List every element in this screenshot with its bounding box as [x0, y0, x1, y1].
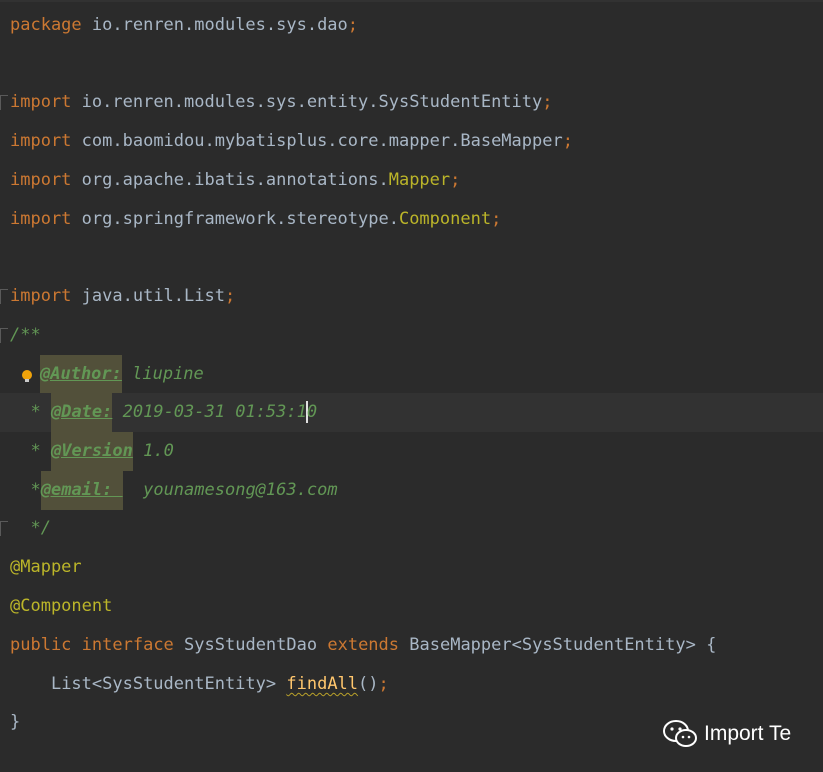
code-line-import-mapper[interactable]: import org.apache.ibatis.annotations.Map…: [0, 161, 823, 200]
doc-comment-star: *: [30, 402, 51, 422]
method-name: findAll: [286, 674, 359, 694]
semicolon: ;: [562, 131, 573, 151]
semicolon: ;: [347, 15, 359, 35]
keyword-import: import: [10, 92, 72, 112]
doc-comment-star: *: [30, 441, 51, 461]
open-brace: {: [706, 635, 717, 655]
code-editor[interactable]: package io.renren.modules.sys.dao; impor…: [0, 0, 823, 772]
code-line-annotation-mapper[interactable]: @Mapper: [0, 548, 823, 587]
fold-marker-icon[interactable]: [0, 95, 8, 110]
fold-marker-icon[interactable]: [0, 521, 8, 536]
watermark-text: Import Te: [704, 722, 792, 745]
keyword-import: import: [10, 131, 72, 151]
method-return-type: List<SysStudentEntity>: [50, 674, 277, 694]
doc-email-value: younamesong@163.com: [122, 480, 338, 500]
doc-tag-highlight: @Version: [50, 432, 133, 471]
code-line-annotation-component[interactable]: @Component: [0, 587, 823, 626]
semicolon: ;: [491, 209, 502, 229]
close-brace: }: [10, 712, 21, 732]
watermark: Import Te: [662, 716, 791, 752]
import-path: org.apache.ibatis.annotations.: [81, 170, 389, 190]
annotation-mapper: @Mapper: [10, 557, 82, 577]
doc-tag-version: @Version: [50, 441, 133, 461]
code-line-interface-declaration[interactable]: public interface SysStudentDao extends B…: [0, 626, 823, 665]
doc-author-value: liupine: [121, 364, 204, 384]
doc-tag-date: @Date:: [50, 402, 113, 422]
import-class-mapper: Mapper: [388, 170, 451, 190]
fold-marker-icon[interactable]: [0, 328, 8, 343]
doc-tag-highlight: @email:: [40, 471, 123, 510]
code-line-doc-date[interactable]: * @Date: 2019-03-31 01:53:10: [0, 393, 823, 432]
import-path: io.renren.modules.sys.entity.SysStudentE…: [81, 92, 543, 112]
import-class-component: Component: [398, 209, 492, 229]
code-line-doc-version[interactable]: * @Version 1.0: [0, 432, 823, 471]
code-line-method[interactable]: List<SysStudentEntity> findAll();: [0, 665, 823, 704]
base-type: BaseMapper<SysStudentEntity>: [409, 635, 696, 655]
semicolon: ;: [378, 674, 389, 694]
code-line-doc-close[interactable]: */: [0, 509, 823, 548]
code-line-doc-author[interactable]: @Author: liupine: [0, 355, 823, 394]
code-line-import-list[interactable]: import java.util.List;: [0, 277, 823, 316]
doc-tag-author: @Author:: [40, 364, 122, 384]
code-line-package[interactable]: package io.renren.modules.sys.dao;: [0, 6, 823, 45]
code-line-import-basemapper[interactable]: import com.baomidou.mybatisplus.core.map…: [0, 122, 823, 161]
doc-date-value-end: 0: [306, 402, 318, 422]
doc-comment-open: /**: [10, 325, 41, 345]
doc-tag-highlight: @Date:: [50, 393, 113, 432]
semicolon: ;: [450, 170, 461, 190]
annotation-component: @Component: [10, 596, 113, 616]
keyword-import: import: [10, 286, 72, 306]
doc-date-value: 2019-03-31 01:53:1: [112, 402, 307, 422]
import-path: com.baomidou.mybatisplus.core.mapper.Bas…: [81, 131, 563, 151]
keyword-extends: extends: [327, 635, 400, 655]
code-line-doc-open[interactable]: /**: [0, 316, 823, 355]
keyword-public: public: [10, 635, 72, 655]
doc-tag-highlight: @Author:: [40, 355, 122, 394]
import-path: org.springframework.stereotype.: [81, 209, 399, 229]
method-parens: (): [358, 674, 379, 694]
doc-version-value: 1.0: [132, 441, 174, 461]
fold-marker-icon[interactable]: [0, 289, 8, 304]
keyword-import: import: [10, 209, 72, 229]
keyword-import: import: [10, 170, 72, 190]
keyword-package: package: [10, 15, 82, 35]
code-line-import-entity[interactable]: import io.renren.modules.sys.entity.SysS…: [0, 83, 823, 122]
wechat-icon: [663, 720, 697, 747]
doc-comment-star: *: [30, 480, 41, 500]
import-path: java.util.List: [81, 286, 225, 306]
doc-comment-close: */: [30, 518, 51, 538]
code-line-import-component[interactable]: import org.springframework.stereotype.Co…: [0, 200, 823, 239]
code-line-doc-email[interactable]: *@email: younamesong@163.com: [0, 471, 823, 510]
semicolon: ;: [542, 92, 553, 112]
package-name: io.renren.modules.sys.dao: [91, 15, 348, 35]
interface-name: SysStudentDao: [184, 635, 318, 655]
editor-top-edge: [0, 0, 823, 2]
doc-tag-email: @email:: [40, 480, 123, 500]
semicolon: ;: [224, 286, 236, 306]
keyword-interface: interface: [81, 635, 174, 655]
